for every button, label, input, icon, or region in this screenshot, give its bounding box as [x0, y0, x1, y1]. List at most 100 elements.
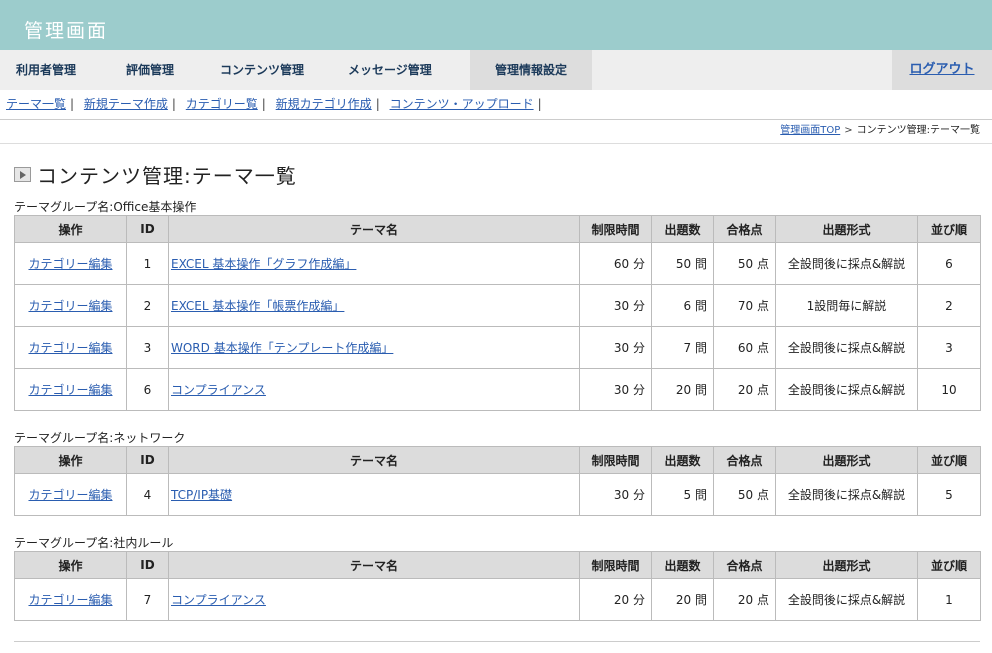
time-limit: 30 分 — [579, 326, 652, 369]
question-format: 全設問後に採点&解説 — [775, 578, 918, 621]
theme-table-network: 操作 ID テーマ名 制限時間 出題数 合格点 出題形式 並び順 カテゴリー編集… — [14, 446, 981, 516]
col-header-time-limit: 制限時間 — [579, 446, 652, 474]
breadcrumb-current: コンテンツ管理:テーマ一覧 — [856, 125, 980, 136]
time-limit: 30 分 — [579, 368, 652, 411]
logout-button[interactable]: ログアウト — [892, 50, 992, 90]
subnav-new-category[interactable]: 新規カテゴリ作成 — [276, 97, 372, 111]
col-header-question-format: 出題形式 — [775, 551, 918, 579]
nav-content-management[interactable]: コンテンツ管理 — [220, 50, 304, 90]
col-header-passing-score: 合格点 — [713, 551, 776, 579]
theme-id: 6 — [126, 368, 169, 411]
edit-category-link[interactable]: カテゴリー編集 — [28, 383, 112, 397]
subnav-category-list[interactable]: カテゴリー覧 — [186, 97, 258, 111]
question-count: 7 問 — [651, 326, 714, 369]
theme-group-label: テーマグループ名:社内ルール — [14, 536, 174, 550]
question-count: 50 問 — [651, 242, 714, 285]
col-header-time-limit: 制限時間 — [579, 215, 652, 243]
passing-score: 50 点 — [713, 242, 776, 285]
theme-name-link[interactable]: EXCEL 基本操作「グラフ作成編」 — [171, 257, 356, 271]
edit-category-link[interactable]: カテゴリー編集 — [28, 488, 112, 502]
col-header-id: ID — [126, 446, 169, 474]
time-limit: 30 分 — [579, 284, 652, 327]
breadcrumb-top-link[interactable]: 管理画面TOP — [780, 125, 840, 136]
theme-name-link[interactable]: コンプライアンス — [171, 593, 266, 607]
subnav-separator: | — [171, 97, 176, 111]
sort-order: 2 — [917, 284, 981, 327]
sort-order: 6 — [917, 242, 981, 285]
page-heading: コンテンツ管理:テーマ一覧 — [14, 161, 297, 188]
col-header-theme-name: テーマ名 — [168, 215, 580, 243]
col-header-theme-name: テーマ名 — [168, 446, 580, 474]
passing-score: 70 点 — [713, 284, 776, 327]
breadcrumb: 管理画面TOP > コンテンツ管理:テーマ一覧 — [0, 120, 992, 144]
question-format: 全設問後に採点&解説 — [775, 368, 918, 411]
theme-name-link[interactable]: TCP/IP基礎 — [171, 488, 232, 502]
question-count: 20 問 — [651, 368, 714, 411]
col-header-passing-score: 合格点 — [713, 446, 776, 474]
subnav-theme-list[interactable]: テーマ一覧 — [6, 97, 66, 111]
table-row: カテゴリー編集 3 WORD 基本操作「テンプレート作成編」 30 分 7 問 … — [14, 326, 981, 369]
col-header-time-limit: 制限時間 — [579, 551, 652, 579]
sort-order: 10 — [917, 368, 981, 411]
question-format: 1設問毎に解説 — [775, 284, 918, 327]
theme-id: 2 — [126, 284, 169, 327]
sort-order: 5 — [917, 473, 981, 516]
theme-table-internal-rules: 操作 ID テーマ名 制限時間 出題数 合格点 出題形式 並び順 カテゴリー編集… — [14, 551, 981, 621]
nav-evaluation-management[interactable]: 評価管理 — [126, 50, 174, 90]
col-header-passing-score: 合格点 — [713, 215, 776, 243]
nav-user-management[interactable]: 利用者管理 — [16, 50, 76, 90]
table-header-row: 操作 ID テーマ名 制限時間 出題数 合格点 出題形式 並び順 — [14, 446, 981, 474]
question-format: 全設問後に採点&解説 — [775, 242, 918, 285]
table-header-row: 操作 ID テーマ名 制限時間 出題数 合格点 出題形式 並び順 — [14, 215, 981, 243]
breadcrumb-separator: > — [844, 125, 853, 136]
sort-order: 3 — [917, 326, 981, 369]
question-format: 全設問後に採点&解説 — [775, 473, 918, 516]
theme-group-label: テーマグループ名:ネットワーク — [14, 431, 186, 445]
col-header-question-count: 出題数 — [651, 551, 714, 579]
edit-category-link[interactable]: カテゴリー編集 — [28, 341, 112, 355]
table-header-row: 操作 ID テーマ名 制限時間 出題数 合格点 出題形式 並び順 — [14, 551, 981, 579]
sort-order: 1 — [917, 578, 981, 621]
col-header-action: 操作 — [14, 215, 127, 243]
col-header-sort-order: 並び順 — [917, 551, 981, 579]
col-header-sort-order: 並び順 — [917, 446, 981, 474]
edit-category-link[interactable]: カテゴリー編集 — [28, 257, 112, 271]
subnav-new-theme[interactable]: 新規テーマ作成 — [84, 97, 168, 111]
subnav-content-upload[interactable]: コンテンツ・アップロード — [390, 97, 534, 111]
table-row: カテゴリー編集 1 EXCEL 基本操作「グラフ作成編」 60 分 50 問 5… — [14, 242, 981, 285]
passing-score: 60 点 — [713, 326, 776, 369]
main-nav: 利用者管理 評価管理 コンテンツ管理 メッセージ管理 管理情報設定 ログアウト — [0, 50, 992, 90]
play-arrow-icon — [14, 166, 31, 182]
theme-name-link[interactable]: WORD 基本操作「テンプレート作成編」 — [171, 341, 393, 355]
theme-id: 4 — [126, 473, 169, 516]
theme-name-link[interactable]: EXCEL 基本操作「帳票作成編」 — [171, 299, 344, 313]
sub-nav: テーマ一覧 | 新規テーマ作成 | カテゴリー覧 | 新規カテゴリ作成 | コンテンツ・… — [0, 90, 992, 120]
time-limit: 60 分 — [579, 242, 652, 285]
edit-category-link[interactable]: カテゴリー編集 — [28, 299, 112, 313]
question-count: 20 問 — [651, 578, 714, 621]
col-header-sort-order: 並び順 — [917, 215, 981, 243]
app-title: 管理画面 — [0, 0, 992, 50]
theme-id: 3 — [126, 326, 169, 369]
question-format: 全設問後に採点&解説 — [775, 326, 918, 369]
theme-name-link[interactable]: コンプライアンス — [171, 383, 266, 397]
edit-category-link[interactable]: カテゴリー編集 — [28, 593, 112, 607]
question-count: 5 問 — [651, 473, 714, 516]
time-limit: 20 分 — [579, 578, 652, 621]
subnav-separator: | — [375, 97, 380, 111]
col-header-question-count: 出題数 — [651, 446, 714, 474]
col-header-question-count: 出題数 — [651, 215, 714, 243]
col-header-theme-name: テーマ名 — [168, 551, 580, 579]
page-title: コンテンツ管理:テーマ一覧 — [37, 163, 297, 188]
nav-message-management[interactable]: メッセージ管理 — [348, 50, 432, 90]
question-count: 6 問 — [651, 284, 714, 327]
subnav-separator: | — [70, 97, 75, 111]
table-row: カテゴリー編集 2 EXCEL 基本操作「帳票作成編」 30 分 6 問 70 … — [14, 284, 981, 327]
table-row: カテゴリー編集 4 TCP/IP基礎 30 分 5 問 50 点 全設問後に採点… — [14, 473, 981, 516]
nav-admin-settings[interactable]: 管理情報設定 — [470, 50, 592, 90]
subnav-separator: | — [261, 97, 266, 111]
col-header-question-format: 出題形式 — [775, 215, 918, 243]
col-header-id: ID — [126, 215, 169, 243]
table-row: カテゴリー編集 7 コンプライアンス 20 分 20 問 20 点 全設問後に採… — [14, 578, 981, 621]
footer-divider — [14, 641, 980, 642]
